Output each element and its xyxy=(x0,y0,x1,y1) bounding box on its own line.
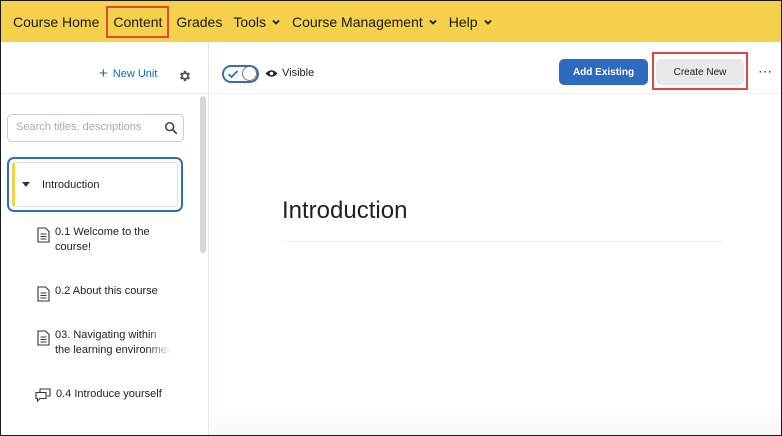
new-unit-label: New Unit xyxy=(112,68,158,80)
toc-header: + New Unit xyxy=(1,42,208,94)
topic-label: 0.4 Introduce yourself xyxy=(56,388,162,400)
unit-label: Introduction xyxy=(42,178,100,191)
gear-icon[interactable] xyxy=(178,69,192,83)
new-unit-button[interactable]: + New Unit xyxy=(99,65,158,82)
visibility-status: Visible xyxy=(265,67,314,79)
app-frame: Course Home Content Grades Tools Course … xyxy=(0,0,782,436)
toc-scrollbar[interactable] xyxy=(200,96,206,253)
table-of-contents-panel: + New Unit Introduction xyxy=(1,42,209,435)
search-box xyxy=(7,114,184,142)
top-navbar: Course Home Content Grades Tools Course … xyxy=(1,1,781,42)
create-new-button[interactable]: Create New xyxy=(656,59,744,85)
nav-course-management-label: Course Management xyxy=(292,13,423,30)
plus-icon: + xyxy=(99,65,108,82)
topic-label: 0.1 Welcome to the course! xyxy=(55,226,150,253)
content-toolbar: Visible Add Existing Create New ⋯ xyxy=(210,42,781,94)
topic-item[interactable]: 0.2 About this course xyxy=(37,284,171,302)
check-icon xyxy=(227,70,239,79)
page-title: Introduction xyxy=(282,197,408,224)
discussion-icon xyxy=(35,388,51,402)
nav-course-management[interactable]: Course Management xyxy=(288,10,442,34)
document-icon xyxy=(37,286,50,302)
nav-grades[interactable]: Grades xyxy=(172,10,226,34)
chevron-down-icon xyxy=(272,19,280,25)
divider xyxy=(282,241,724,242)
nav-tools[interactable]: Tools xyxy=(229,10,285,34)
chevron-down-icon xyxy=(429,19,437,25)
toggle-knob xyxy=(242,66,257,81)
eye-icon xyxy=(265,69,278,77)
nav-content[interactable]: Content xyxy=(106,5,170,38)
document-icon xyxy=(37,330,50,346)
topic-label: 03. Navigating within the learning envir… xyxy=(55,329,171,356)
visibility-toggle[interactable] xyxy=(222,65,259,83)
topic-item[interactable]: 03. Navigating within the learning envir… xyxy=(37,328,171,358)
unit-item-introduction[interactable]: Introduction xyxy=(7,157,183,212)
topic-item[interactable]: 0.4 Introduce yourself xyxy=(35,387,169,402)
chevron-down-icon xyxy=(483,19,492,25)
nav-help[interactable]: Help xyxy=(445,10,497,34)
document-icon xyxy=(37,227,50,243)
visibility-label: Visible xyxy=(282,67,315,79)
search-input[interactable] xyxy=(16,121,156,133)
bottom-shadow xyxy=(210,411,781,435)
topic-label: 0.2 About this course xyxy=(55,285,158,297)
nav-tools-label: Tools xyxy=(233,13,267,30)
nav-course-home[interactable]: Course Home xyxy=(9,10,103,34)
more-options-icon[interactable]: ⋯ xyxy=(758,63,773,80)
search-icon[interactable] xyxy=(164,121,178,135)
topic-item[interactable]: 0.1 Welcome to the course! xyxy=(37,225,171,255)
nav-help-label: Help xyxy=(448,13,478,30)
caret-down-icon[interactable] xyxy=(22,182,30,187)
unit-item-inner: Introduction xyxy=(12,162,178,207)
add-existing-button[interactable]: Add Existing xyxy=(559,59,648,85)
